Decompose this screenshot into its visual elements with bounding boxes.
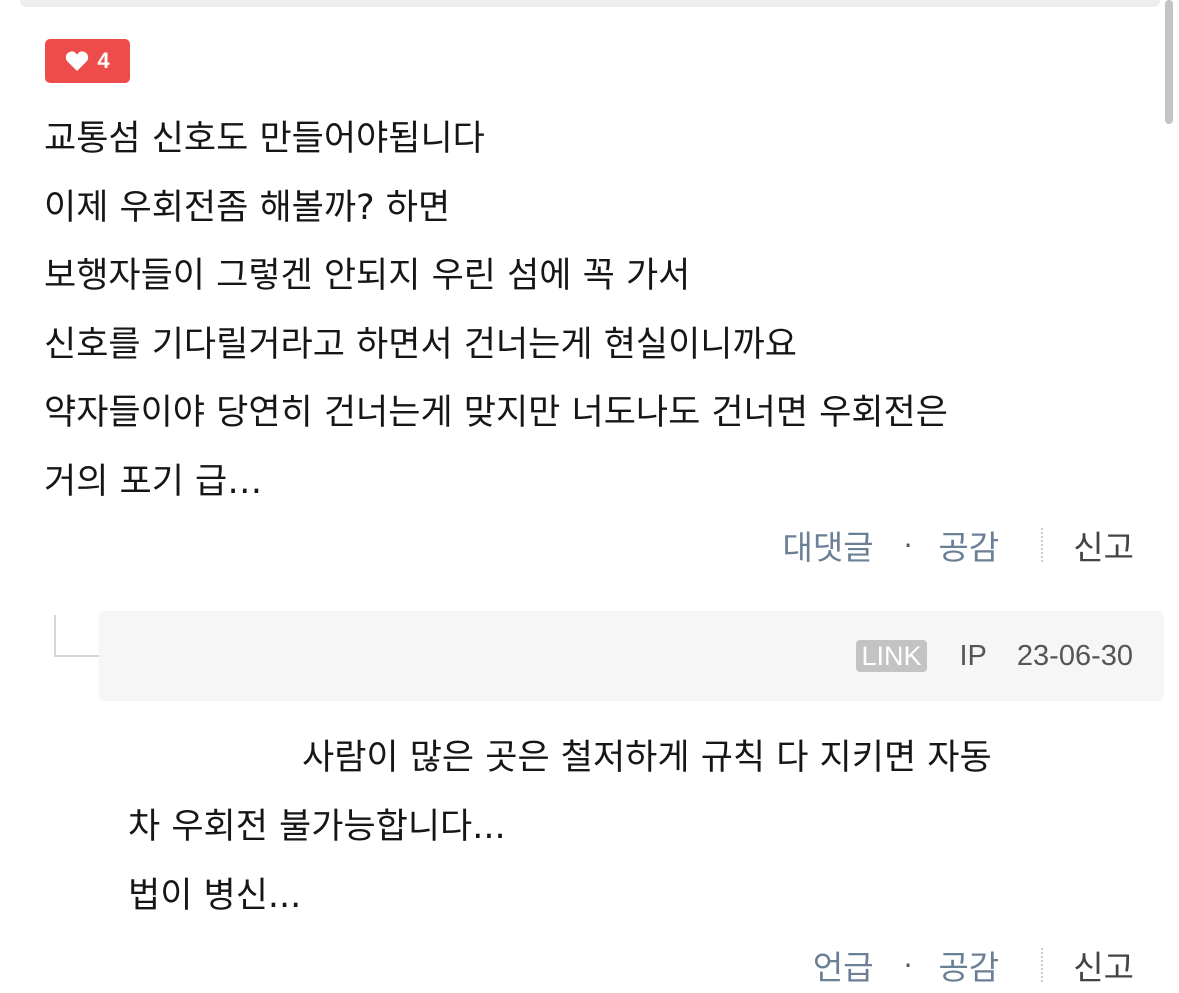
comment-line: 거의 포기 급… <box>44 461 263 502</box>
reply-connector <box>54 615 101 657</box>
empathy-button[interactable]: 공감 <box>939 941 1000 989</box>
separator-bar <box>1041 948 1044 982</box>
comment-line: 신호를 기다릴거라고 하면서 건너는게 현실이니까요 <box>44 324 797 365</box>
comment-actions: 대댓글 · 공감 신고 <box>783 520 1134 570</box>
like-count: 4 <box>97 48 110 73</box>
heart-icon <box>65 50 89 72</box>
reply-line: 사람이 많은 곳은 철저하게 규칙 다 지키면 자동 <box>302 738 992 778</box>
reply-text: 사람이 많은 곳은 철저하게 규칙 다 지키면 자동 차 우회전 불가능합니다.… <box>128 724 1138 931</box>
mention-button[interactable]: 언급 <box>813 941 874 989</box>
empathy-button[interactable]: 공감 <box>939 521 1000 569</box>
top-divider <box>20 0 1160 7</box>
reply-line: 법이 병신... <box>128 876 302 916</box>
report-button[interactable]: 신고 <box>1073 941 1134 989</box>
reply-date: 23-06-30 <box>1016 639 1133 672</box>
scrollbar-thumb[interactable] <box>1165 0 1173 124</box>
comment-line: 교통섬 신호도 만들어야됩니다 <box>44 119 485 159</box>
ip-label: IP <box>959 639 987 672</box>
reply-meta: LINK IP 23-06-30 <box>856 638 1133 674</box>
comment-line: 약자들이야 당연히 건너는게 맞지만 너도나도 건너면 우회전은 <box>44 393 948 433</box>
link-badge[interactable]: LINK <box>856 640 927 672</box>
comment-line: 보행자들이 그렇겐 안되지 우린 섬에 꼭 가서 <box>44 256 691 296</box>
like-badge[interactable]: 4 <box>45 39 130 83</box>
separator-bar <box>1041 528 1044 562</box>
comment-line: 이제 우회전좀 해볼까? 하면 <box>44 187 451 228</box>
separator-dot: · <box>903 948 913 982</box>
report-button[interactable]: 신고 <box>1073 521 1134 569</box>
comment-text: 교통섬 신호도 만들어야됩니다 이제 우회전좀 해볼까? 하면 보행자들이 그렇… <box>44 105 1154 516</box>
reply-button[interactable]: 대댓글 <box>783 521 874 569</box>
reply-line: 차 우회전 불가능합니다... <box>128 807 506 847</box>
reply-actions: 언급 · 공감 신고 <box>813 940 1134 990</box>
reply-header: LINK IP 23-06-30 <box>99 611 1164 701</box>
separator-dot: · <box>903 528 913 562</box>
